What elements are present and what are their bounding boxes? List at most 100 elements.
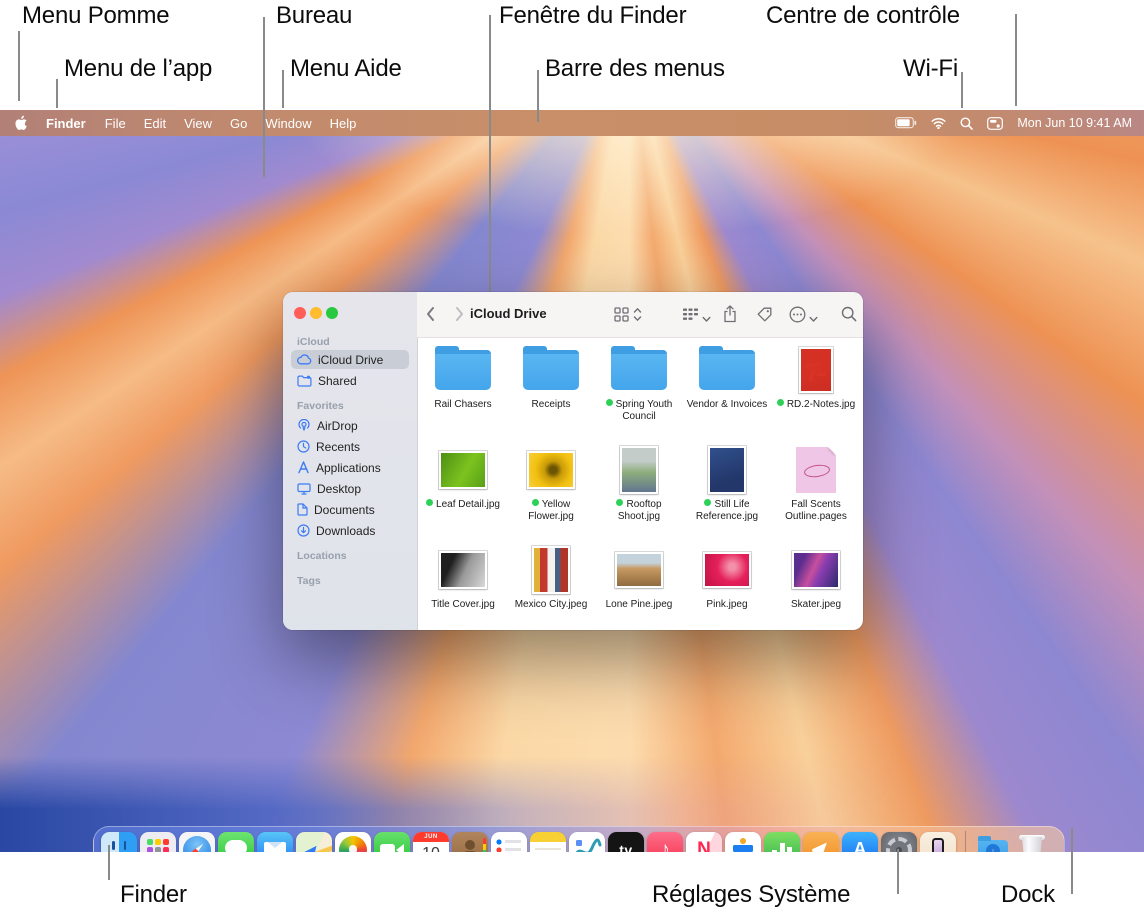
file-mexico-city[interactable]: Mexico City.jpeg [507, 544, 595, 611]
dock-reminders-icon[interactable] [491, 832, 527, 853]
file-label: Skater.jpeg [772, 599, 860, 611]
dock-facetime-icon[interactable] [374, 832, 410, 853]
file-still-life[interactable]: Still Life Reference.jpg [683, 444, 771, 523]
folder-icon [435, 350, 491, 390]
minimize-button[interactable] [310, 307, 322, 319]
synced-dot [777, 399, 784, 406]
applications-icon [297, 461, 310, 474]
clock-icon [297, 440, 310, 453]
tags-icon[interactable] [757, 307, 772, 327]
group-by-icon[interactable] [683, 308, 698, 326]
file-vendor-invoices[interactable]: Vendor & Invoices [683, 344, 771, 411]
file-receipts[interactable]: Receipts [507, 344, 595, 411]
menu-finder[interactable]: Finder [36, 116, 96, 131]
dock-finder-icon[interactable] [101, 832, 137, 853]
menu-view[interactable]: View [175, 116, 221, 131]
control-center-icon[interactable] [987, 117, 1003, 130]
sidebar-item-applications[interactable]: Applications [291, 458, 409, 477]
file-spring-youth-council[interactable]: Spring Youth Council [595, 344, 683, 423]
dock-maps-icon[interactable] [296, 832, 332, 853]
sidebar-item-label: Applications [316, 461, 381, 475]
file-fall-scents[interactable]: Fall Scents Outline.pages [772, 444, 860, 523]
dock-appstore-icon[interactable]: A [842, 832, 878, 853]
file-rail-chasers[interactable]: Rail Chasers [419, 344, 507, 411]
search-icon[interactable] [841, 306, 857, 327]
back-chevron-icon[interactable] [425, 306, 435, 327]
zoom-button[interactable] [326, 307, 338, 319]
sidebar-item-label: Recents [316, 440, 360, 454]
news-letter-glyph: N [697, 839, 711, 853]
dock-mail-icon[interactable] [257, 832, 293, 853]
file-leaf-detail[interactable]: Leaf Detail.jpg [419, 444, 507, 511]
file-label: RD.2-Notes.jpg [787, 399, 855, 410]
menu-edit[interactable]: Edit [135, 116, 175, 131]
dock-tv-icon[interactable]: tv [608, 832, 644, 853]
music-note-glyph: ♪ [660, 839, 670, 853]
file-yellow-flower[interactable]: Yellow Flower.jpg [507, 444, 595, 523]
sidebar-item-shared[interactable]: Shared [291, 371, 409, 390]
file-title-cover[interactable]: Title Cover.jpg [419, 544, 507, 611]
dock-notes-icon[interactable] [530, 832, 566, 853]
callout-line-bureau [263, 17, 265, 177]
callout-line-barre-menus [537, 70, 539, 122]
spotlight-search-icon[interactable] [960, 117, 973, 130]
sidebar-item-downloads[interactable]: Downloads [291, 521, 409, 540]
dock-safari-icon[interactable] [179, 832, 215, 853]
file-rd2-notes[interactable]: RD.2-Notes.jpg [772, 344, 860, 411]
dock-freeform-icon[interactable] [569, 832, 605, 853]
sort-chevrons-icon[interactable] [633, 307, 642, 327]
callout-line-menu-app [56, 79, 58, 108]
sidebar-item-desktop[interactable]: Desktop [291, 479, 409, 498]
dock-system-settings-icon[interactable] [881, 832, 917, 853]
close-button[interactable] [294, 307, 306, 319]
document-icon [297, 503, 308, 516]
dock-launchpad-icon[interactable] [140, 832, 176, 853]
more-actions-icon[interactable] [789, 306, 806, 328]
dock-news-icon[interactable]: N [686, 832, 722, 853]
chevron-down-icon[interactable] [702, 310, 711, 328]
file-label: Title Cover.jpg [419, 599, 507, 611]
calendar-day: 10 [413, 842, 449, 853]
dock-photos-icon[interactable] [335, 832, 371, 853]
dock-downloads-icon[interactable]: ↓ [975, 832, 1011, 853]
sidebar-header-locations: Locations [297, 550, 347, 562]
sidebar-item-icloud-drive[interactable]: iCloud Drive [291, 350, 409, 369]
dock-messages-icon[interactable] [218, 832, 254, 853]
view-grid-icon[interactable] [614, 307, 629, 327]
apple-menu[interactable] [0, 115, 36, 131]
file-pink[interactable]: Pink.jpeg [683, 544, 771, 611]
desktop-wallpaper[interactable]: iCloud iCloud Drive Shared Favorites Air… [0, 136, 1144, 852]
file-rooftop-shoot[interactable]: Rooftop Shoot.jpg [595, 444, 683, 523]
image-thumbnail [527, 451, 575, 489]
dock-pages-icon[interactable] [803, 832, 839, 853]
menu-go[interactable]: Go [221, 116, 256, 131]
battery-icon[interactable] [895, 117, 917, 129]
menu-bar-clock[interactable]: Mon Jun 10 9:41 AM [1017, 116, 1132, 130]
sidebar-item-airdrop[interactable]: AirDrop [291, 416, 409, 435]
menu-file[interactable]: File [96, 116, 135, 131]
dock-contacts-icon[interactable] [452, 832, 488, 853]
file-lone-pine[interactable]: Lone Pine.jpeg [595, 544, 683, 611]
wifi-icon[interactable] [931, 117, 946, 129]
dock-calendar-icon[interactable]: JUN 10 [413, 832, 449, 853]
file-label: Leaf Detail.jpg [436, 499, 500, 510]
callout-line-reglages [897, 849, 899, 894]
dock-divider [965, 831, 966, 853]
share-icon[interactable] [723, 305, 737, 328]
dock-keynote-icon[interactable] [725, 832, 761, 853]
gear-icon [886, 837, 912, 853]
finder-window[interactable]: iCloud iCloud Drive Shared Favorites Air… [283, 292, 863, 630]
menu-help[interactable]: Help [321, 116, 366, 131]
chevron-down-icon[interactable] [809, 310, 818, 328]
dock-numbers-icon[interactable] [764, 832, 800, 853]
sidebar-item-recents[interactable]: Recents [291, 437, 409, 456]
dock-trash-icon[interactable] [1014, 832, 1050, 853]
menu-window[interactable]: Window [256, 116, 320, 131]
file-skater[interactable]: Skater.jpeg [772, 544, 860, 611]
image-thumbnail [703, 552, 751, 588]
forward-chevron-icon[interactable] [455, 306, 465, 327]
dock-iphone-mirroring-icon[interactable] [920, 832, 956, 853]
dock-music-icon[interactable]: ♪ [647, 832, 683, 853]
sidebar-item-documents[interactable]: Documents [291, 500, 409, 519]
file-label: Rail Chasers [419, 399, 507, 411]
